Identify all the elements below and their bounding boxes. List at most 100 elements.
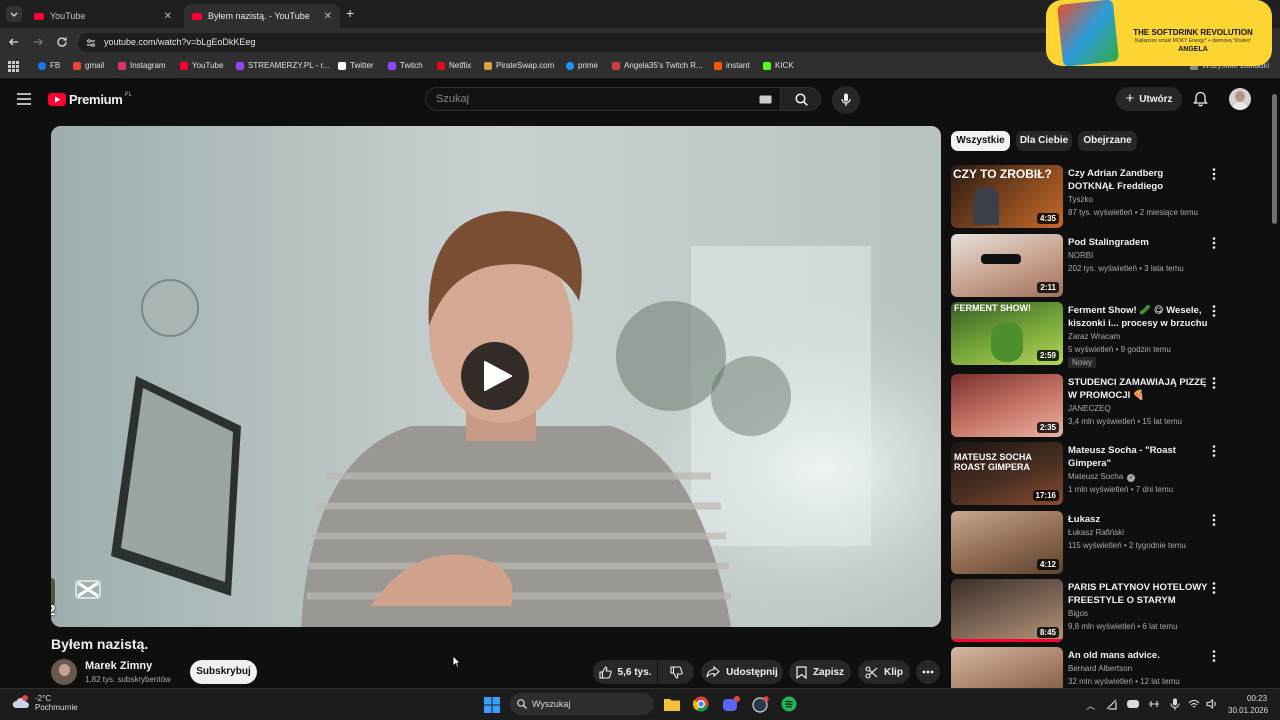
channel-avatar[interactable] [51, 659, 77, 685]
url-field[interactable]: youtube.com/watch?v=bLgEoDkKEeg [78, 33, 1078, 52]
search-input[interactable]: Szukaj [425, 87, 781, 111]
save-button[interactable]: Zapisz [789, 660, 851, 684]
taskbar-search-field[interactable]: Wyszukaj [510, 693, 654, 715]
video-title[interactable]: Ferment Show! 🥒 😋 Wesele, kiszonki i... … [1068, 304, 1208, 330]
create-button[interactable]: + Utwórz [1116, 87, 1182, 111]
more-vertical-icon[interactable] [1209, 167, 1219, 181]
more-vertical-icon[interactable] [1209, 649, 1219, 663]
recommendation-item[interactable]: An old mans advice. Bernard Albertson 32… [951, 647, 1251, 688]
channel-name[interactable]: Tyszko [1068, 195, 1093, 204]
video-thumbnail[interactable]: MATEUSZ SOCHA ROAST GIMPERA 17:16 [951, 442, 1063, 505]
microphone-tray-icon[interactable] [1170, 698, 1180, 711]
channel-name[interactable]: Bernard Albertson [1068, 664, 1132, 673]
more-actions-button[interactable] [916, 660, 940, 684]
video-title[interactable]: Czy Adrian Zandberg DOTKNĄŁ Freddiego Fa… [1068, 167, 1208, 194]
bookmark-pirateswap[interactable]: PirateSwap.com [484, 61, 554, 70]
voice-search-button[interactable] [832, 86, 860, 114]
channel-name[interactable]: Marek Zimny [85, 660, 152, 672]
connection-icon[interactable] [1148, 699, 1160, 709]
bookmark-instant[interactable]: instant [714, 61, 750, 70]
reload-icon[interactable] [56, 36, 68, 48]
video-thumbnail[interactable] [951, 647, 1063, 688]
show-hidden-icons[interactable]: ︿ [1086, 699, 1095, 712]
video-title[interactable]: Łukasz [1068, 513, 1208, 526]
subscribe-button[interactable]: Subskrybuj [190, 660, 257, 684]
tab-video[interactable]: Byłem nazistą. - YouTube ✕ [184, 4, 340, 28]
bookmark-streamerzy[interactable]: STREAMERZY.PL - r... [236, 61, 329, 70]
bookmark-gmail[interactable]: gmail [73, 61, 104, 70]
bookmark-twitter[interactable]: Twitter [338, 61, 374, 70]
youtube-logo[interactable]: Premium PL [48, 92, 132, 107]
channel-name[interactable]: Bigos [1068, 609, 1088, 618]
apps-grid-icon[interactable] [8, 61, 19, 72]
chrome-icon[interactable] [693, 696, 709, 712]
recommendation-item[interactable]: FERMENT SHOW! 2:59 Ferment Show! 🥒 😋 Wes… [951, 302, 1251, 368]
network-icon[interactable] [1106, 699, 1117, 710]
video-thumbnail[interactable]: 2:35 [951, 374, 1063, 437]
video-title[interactable]: STUDENCI ZAMAWIAJĄ PIZZĘ W PROMOCJI 🍕 [1068, 376, 1208, 402]
channel-name[interactable]: Mateusz Socha ✓ [1068, 472, 1136, 482]
channel-name[interactable]: Łukasz Rafiński [1068, 528, 1124, 537]
clock-time[interactable]: 00:23 [1247, 694, 1267, 703]
bookmark-netflix[interactable]: Netflix [437, 61, 471, 70]
recommendation-item[interactable]: CZY TO ZROBIŁ? 4:35 Czy Adrian Zandberg … [951, 165, 1251, 229]
steam-icon[interactable] [752, 696, 770, 713]
new-tab-button[interactable]: + [346, 5, 354, 21]
volume-icon[interactable] [1206, 699, 1218, 709]
video-thumbnail[interactable]: 8:45 [951, 579, 1063, 642]
recommendation-item[interactable]: 2:35 STUDENCI ZAMAWIAJĄ PIZZĘ W PROMOCJI… [951, 374, 1251, 438]
weather-widget[interactable]: -2°C Pochmurnie [12, 694, 78, 712]
bookmark-kick[interactable]: KICK [763, 61, 794, 70]
menu-icon[interactable] [17, 93, 31, 105]
file-explorer-icon[interactable] [664, 697, 680, 711]
forward-arrow-icon[interactable] [32, 36, 44, 48]
more-vertical-icon[interactable] [1209, 236, 1219, 250]
more-vertical-icon[interactable] [1209, 581, 1219, 595]
chip-watched[interactable]: Obejrzane [1078, 131, 1137, 151]
notifications-bell-icon[interactable] [1193, 91, 1208, 107]
like-button[interactable]: 5,6 tys. [593, 660, 657, 684]
video-thumbnail[interactable]: 2:11 [951, 234, 1063, 297]
recommendation-item[interactable]: 2:11 Pod Stalingradem NORBI 202 tys. wyś… [951, 234, 1251, 298]
channel-name[interactable]: NORBI [1068, 251, 1093, 260]
bookmark-twitch[interactable]: Twitch [388, 61, 423, 70]
bookmark-prime[interactable]: prime [566, 61, 598, 70]
video-title[interactable]: PARIS PLATYNOV HOTELOWY FREESTYLE O STAR… [1068, 581, 1208, 607]
discord-tray-icon[interactable] [1127, 699, 1139, 709]
channel-name[interactable]: Zaraz Wracam [1068, 332, 1120, 341]
more-vertical-icon[interactable] [1209, 304, 1219, 318]
search-button[interactable] [781, 87, 821, 111]
more-vertical-icon[interactable] [1209, 376, 1219, 390]
recommendation-item[interactable]: 4:12 Łukasz Łukasz Rafiński 115 wyświetl… [951, 511, 1251, 575]
tab-youtube[interactable]: YouTube ✕ [26, 4, 180, 28]
bookmark-youtube[interactable]: YouTube [180, 61, 223, 70]
spotify-icon[interactable] [781, 696, 797, 712]
keyboard-icon[interactable] [759, 95, 772, 104]
more-vertical-icon[interactable] [1209, 513, 1219, 527]
recommendation-item[interactable]: MATEUSZ SOCHA ROAST GIMPERA 17:16 Mateusz… [951, 442, 1251, 506]
video-thumbnail[interactable]: FERMENT SHOW! 2:59 [951, 302, 1063, 365]
bookmark-instagram[interactable]: Instagram [118, 61, 166, 70]
play-button[interactable] [461, 342, 529, 410]
video-title[interactable]: Pod Stalingradem [1068, 236, 1208, 249]
share-button[interactable]: Udostępnij [701, 660, 783, 684]
clock-date[interactable]: 30.01.2026 [1228, 706, 1268, 715]
chip-for-you[interactable]: Dla Ciebie [1016, 131, 1072, 151]
video-title[interactable]: An old mans advice. [1068, 649, 1208, 662]
dislike-button[interactable] [658, 660, 694, 684]
channel-name[interactable]: JANECZEQ [1068, 404, 1111, 413]
bookmark-angela-twitch[interactable]: Angela35's Twitch R... [612, 61, 703, 70]
tab-list-button[interactable] [6, 6, 22, 22]
video-title[interactable]: Mateusz Socha - "Roast Gimpera" [1068, 444, 1208, 470]
wifi-icon[interactable] [1188, 699, 1200, 709]
close-tab-icon[interactable]: ✕ [324, 11, 332, 22]
back-arrow-icon[interactable] [8, 36, 20, 48]
account-avatar[interactable] [1229, 88, 1251, 110]
more-vertical-icon[interactable] [1209, 444, 1219, 458]
clip-button[interactable]: Klip [858, 660, 910, 684]
chip-all[interactable]: Wszystkie [951, 131, 1010, 151]
video-thumbnail[interactable]: 4:12 [951, 511, 1063, 574]
windows-start-icon[interactable] [484, 697, 500, 713]
video-thumbnail[interactable]: CZY TO ZROBIŁ? 4:35 [951, 165, 1063, 228]
close-tab-icon[interactable]: ✕ [164, 11, 172, 22]
